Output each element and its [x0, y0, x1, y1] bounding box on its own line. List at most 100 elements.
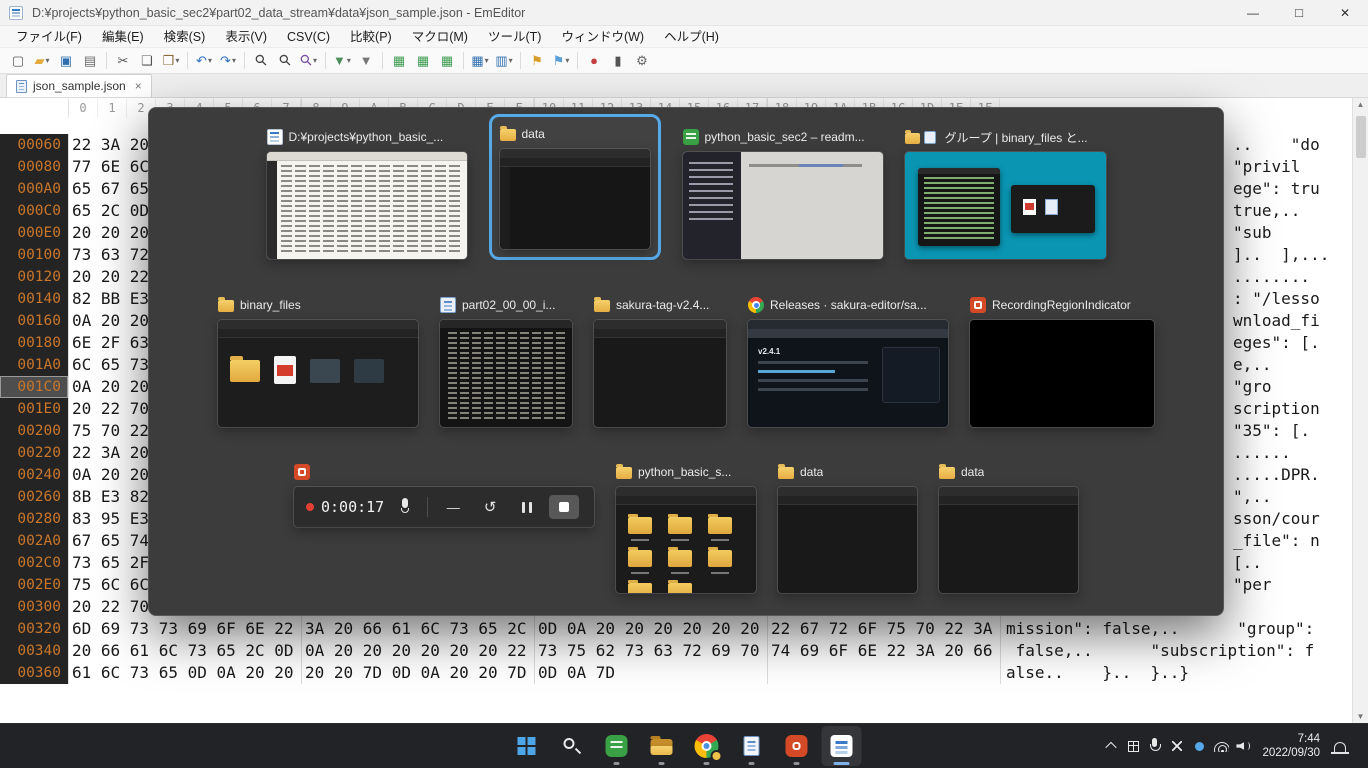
menu-item[interactable]: ツール(T)	[478, 26, 551, 48]
marker-blue-icon[interactable]: ⚑	[550, 50, 572, 72]
paste-icon[interactable]: ❒	[160, 50, 182, 72]
recorder-button[interactable]	[777, 726, 817, 766]
hex-bytes[interactable]: 6D 69 73 73 69 6F 6E 22	[68, 618, 301, 640]
hex-bytes[interactable]: 0A 20 20 20 20 20 20 22	[301, 640, 534, 662]
window-thumbnail[interactable]: 0:00:17	[294, 487, 594, 527]
window-thumbnail[interactable]	[267, 152, 467, 259]
window-thumbnail[interactable]	[594, 320, 726, 427]
tab-json-sample[interactable]: json_sample.json ×	[6, 74, 152, 97]
restart-recording-button[interactable]	[475, 495, 505, 519]
menu-item[interactable]: マクロ(M)	[402, 26, 478, 48]
hex-text-column[interactable]: mission": false,.. "group":	[1000, 618, 1368, 640]
find-in-files-icon[interactable]: ⚲	[274, 50, 296, 72]
task-switcher-item[interactable]: sakura-tag-v2.4...	[594, 294, 726, 427]
window-thumbnail[interactable]: v2.4.1	[748, 320, 948, 427]
window-thumbnail[interactable]	[778, 487, 917, 593]
document-app-button[interactable]	[732, 726, 772, 766]
task-switcher-item[interactable]: data	[778, 461, 917, 593]
window-thumbnail[interactable]	[218, 320, 418, 427]
csv-tab-icon[interactable]: ▦	[436, 50, 458, 72]
menu-item[interactable]: 編集(E)	[92, 26, 154, 48]
task-switcher-item[interactable]: python_basic_s...	[616, 461, 756, 593]
hex-bytes[interactable]: 20 20 7D 0D 0A 20 20 7D	[301, 662, 534, 684]
minimize-recording-button[interactable]	[438, 495, 468, 519]
macro-tools-icon[interactable]: ⚙	[631, 50, 653, 72]
emeditor-button[interactable]	[822, 726, 862, 766]
pause-recording-button[interactable]	[512, 495, 542, 519]
hex-bytes[interactable]: 0D 0A 7D	[534, 662, 767, 684]
close-icon[interactable]	[1166, 730, 1188, 762]
task-switcher-item[interactable]: python_basic_sec2 – readm...	[683, 126, 883, 259]
replace-icon[interactable]: ⚲	[298, 50, 320, 72]
undo-icon[interactable]: ↶	[193, 50, 215, 72]
window-thumbnail[interactable]	[500, 149, 650, 249]
stop-recording-button[interactable]	[549, 495, 579, 519]
task-switcher-item[interactable]: グループ | binary_files と...	[905, 126, 1106, 259]
hex-bytes[interactable]: 74 69 6F 6E 22 3A 20 66	[767, 640, 1000, 662]
print-icon[interactable]: ▤	[79, 50, 101, 72]
csv-standard-icon[interactable]: ▦	[388, 50, 410, 72]
chrome-button[interactable]	[687, 726, 727, 766]
filter-icon[interactable]: ▼	[331, 50, 353, 72]
save-icon[interactable]: ▣	[55, 50, 77, 72]
menu-item[interactable]: ファイル(F)	[6, 26, 92, 48]
volume-icon[interactable]	[1232, 730, 1254, 762]
task-switcher-item[interactable]: data	[489, 114, 661, 260]
menu-item[interactable]: 表示(V)	[215, 26, 277, 48]
hex-bytes[interactable]: 61 6C 73 65 0D 0A 20 20	[68, 662, 301, 684]
hex-bytes[interactable]: 20 66 61 6C 73 65 2C 0D	[68, 640, 301, 662]
start-button[interactable]	[507, 726, 547, 766]
menu-item[interactable]: CSV(C)	[277, 26, 340, 48]
cut-icon[interactable]: ✂	[112, 50, 134, 72]
menu-item[interactable]: ウィンドウ(W)	[551, 26, 654, 48]
task-switcher-item[interactable]: binary_files	[218, 294, 418, 427]
hex-bytes[interactable]: 73 75 62 73 63 72 69 70	[534, 640, 767, 662]
copy-icon[interactable]: ❏	[136, 50, 158, 72]
window-thumbnail[interactable]	[683, 152, 883, 259]
hex-text-column[interactable]: alse.. }.. }..}	[1000, 662, 1368, 684]
chevron-up-icon[interactable]	[1100, 730, 1122, 762]
cell-mode-icon[interactable]: ▦	[469, 50, 491, 72]
hex-bytes[interactable]: 0D 0A 20 20 20 20 20 20	[534, 618, 767, 640]
task-switcher-item[interactable]: part02_00_00_i...	[440, 294, 572, 427]
hex-bytes[interactable]: 22 67 72 6F 75 70 22 3A	[767, 618, 1000, 640]
new-file-icon[interactable]: ▢	[7, 50, 29, 72]
vertical-scrollbar[interactable]	[1352, 98, 1368, 723]
grid-icon[interactable]	[1122, 730, 1144, 762]
tab-close-button[interactable]: ×	[135, 79, 142, 93]
hex-bytes[interactable]: 3A 20 66 61 6C 73 65 2C	[301, 618, 534, 640]
window-thumbnail[interactable]	[616, 487, 756, 593]
hex-bytes[interactable]	[767, 662, 1000, 684]
task-switcher-item[interactable]: RecordingRegionIndicator	[970, 294, 1154, 427]
hex-text-column[interactable]: false,.. "subscription": f	[1000, 640, 1368, 662]
wifi-icon[interactable]	[1210, 730, 1232, 762]
advanced-filter-icon[interactable]: ▼	[355, 50, 377, 72]
mic-icon[interactable]	[1144, 730, 1166, 762]
window-thumbnail[interactable]	[440, 320, 572, 427]
window-thumbnail[interactable]	[970, 320, 1154, 427]
window-thumbnail[interactable]	[939, 487, 1078, 593]
status-dot-icon[interactable]	[1188, 730, 1210, 762]
open-file-icon[interactable]: ▰	[31, 50, 53, 72]
menu-item[interactable]: 検索(S)	[154, 26, 216, 48]
task-switcher-item[interactable]: D:¥projects¥python_basic_...	[267, 126, 467, 259]
scrollbar-thumb[interactable]	[1356, 116, 1366, 158]
explorer-button[interactable]	[642, 726, 682, 766]
find-icon[interactable]: ⚲	[250, 50, 272, 72]
mic-icon[interactable]	[393, 496, 417, 518]
menu-item[interactable]: 比較(P)	[340, 26, 402, 48]
window-thumbnail[interactable]	[905, 152, 1106, 259]
menu-item[interactable]: ヘルプ(H)	[654, 26, 729, 48]
task-switcher-item[interactable]: 0:00:17	[294, 461, 594, 527]
heading-icon[interactable]: ▥	[493, 50, 515, 72]
marker-yellow-icon[interactable]: ⚑	[526, 50, 548, 72]
csv-comma-icon[interactable]: ▦	[412, 50, 434, 72]
green-editor-button[interactable]	[597, 726, 637, 766]
task-switcher-item[interactable]: Releases · sakura-editor/sa...v2.4.1	[748, 294, 948, 427]
record-macro-icon[interactable]: ●	[583, 50, 605, 72]
task-switcher-item[interactable]: data	[939, 461, 1078, 593]
play-macro-icon[interactable]: ▮	[607, 50, 629, 72]
taskbar-clock[interactable]: 7:44 2022/09/30	[1262, 732, 1320, 760]
notification-bell-icon[interactable]	[1328, 730, 1352, 762]
search-button[interactable]	[552, 726, 592, 766]
